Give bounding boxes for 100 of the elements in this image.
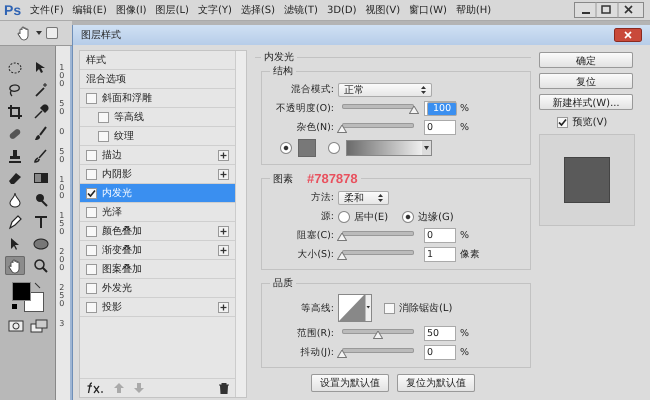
slider-thumb[interactable] — [337, 124, 347, 132]
ruler-label: 250 — [58, 284, 66, 308]
menu-item[interactable]: 窗口(W) — [409, 3, 447, 17]
field-label: 抖动(J): — [300, 346, 334, 359]
crop-icon — [6, 104, 23, 120]
style-list-item[interactable]: 描边 — [80, 146, 235, 165]
radio-button[interactable] — [328, 142, 340, 154]
trash-icon[interactable] — [219, 382, 229, 394]
style-list-item[interactable]: 斜面和浮雕 — [80, 89, 235, 108]
radio-label: 居中(E) — [354, 210, 388, 224]
field-label: 阻塞(C): — [296, 229, 334, 242]
number-field[interactable]: 50 — [424, 326, 456, 341]
menu-item[interactable]: 视图(V) — [366, 3, 400, 17]
unit-label: % — [460, 122, 470, 133]
number-field[interactable]: 1 — [424, 247, 456, 262]
menu-item[interactable]: 选择(S) — [240, 3, 276, 17]
unit-label: % — [460, 103, 470, 114]
dropdown[interactable]: 柔和 — [338, 190, 389, 204]
style-list-item[interactable]: 外发光 — [80, 279, 235, 298]
style-list-item[interactable]: 颜色叠加 — [80, 222, 235, 241]
menu-item[interactable]: 图层(L) — [156, 3, 189, 17]
gradient-picker[interactable] — [346, 140, 432, 156]
contour-picker[interactable] — [338, 294, 372, 322]
checkbox[interactable] — [86, 226, 97, 236]
checkbox[interactable] — [86, 264, 97, 274]
default-button[interactable]: 复位为默认值 — [397, 374, 475, 392]
add-icon[interactable] — [218, 302, 229, 312]
marquee-icon — [6, 60, 23, 76]
color-swatches-icon[interactable] — [10, 280, 46, 314]
checkbox[interactable] — [86, 206, 97, 218]
checkbox[interactable] — [86, 92, 97, 104]
caret-icon[interactable] — [36, 31, 42, 35]
radio-button[interactable] — [280, 142, 292, 154]
style-list-item[interactable]: 纹理 — [80, 127, 235, 146]
slider-thumb[interactable] — [373, 330, 383, 338]
default-button[interactable]: 设置为默认值 — [311, 374, 389, 392]
dialog-button[interactable]: 新建样式(W)... — [539, 94, 633, 110]
stamp-icon — [6, 148, 23, 164]
slider-thumb[interactable] — [409, 106, 419, 114]
menu-item[interactable]: 3D(D) — [326, 4, 357, 16]
field-label: 源: — [320, 210, 334, 223]
color-swatch[interactable] — [298, 139, 316, 157]
screen-mode-icon[interactable] — [30, 319, 48, 333]
checkbox[interactable] — [86, 282, 97, 294]
add-icon[interactable] — [218, 226, 229, 236]
checkbox[interactable] — [556, 116, 568, 128]
dialog-button[interactable]: 确定 — [539, 52, 633, 68]
style-list-item[interactable]: 投影 — [80, 298, 235, 317]
number-field[interactable]: 0 — [424, 345, 456, 360]
menu-item[interactable]: 文件(F) — [30, 3, 64, 17]
radio-button[interactable] — [338, 210, 350, 222]
menu-item[interactable]: 图像(I) — [116, 3, 147, 17]
slider-thumb[interactable] — [337, 252, 347, 260]
ruler-label: 3 — [58, 320, 66, 328]
checkbox[interactable] — [86, 244, 97, 256]
checkbox[interactable] — [86, 150, 97, 160]
style-list-item[interactable]: 光泽 — [80, 203, 235, 222]
menu-item[interactable]: 文字(Y) — [198, 3, 232, 17]
menu-item[interactable]: 帮助(H) — [456, 3, 492, 17]
ruler-label: 0 — [58, 128, 66, 136]
checkbox[interactable] — [86, 302, 97, 312]
unit-label: % — [460, 347, 470, 358]
style-list-item[interactable]: 图案叠加 — [80, 260, 235, 279]
fx-icon[interactable] — [86, 382, 104, 394]
style-list-item[interactable]: 渐变叠加 — [80, 241, 235, 260]
close-button[interactable] — [614, 28, 642, 42]
checkbox[interactable] — [86, 168, 97, 180]
zoom-icon — [32, 258, 49, 274]
pen-icon — [6, 214, 23, 230]
field-label: 混合模式: — [290, 83, 334, 96]
app-logo: Ps — [4, 2, 22, 18]
spinner-icon — [421, 86, 426, 94]
toggle-button[interactable] — [46, 27, 58, 39]
checkbox[interactable] — [98, 112, 109, 122]
slider-thumb[interactable] — [337, 232, 347, 240]
slider-thumb[interactable] — [337, 350, 347, 358]
field-label: 范围(R): — [296, 327, 334, 340]
window-controls[interactable] — [574, 2, 644, 18]
color-annotation: #787878 — [307, 171, 358, 186]
checkbox[interactable] — [98, 130, 109, 142]
checkbox[interactable] — [384, 302, 395, 314]
scrollbar[interactable] — [235, 51, 246, 397]
checkbox[interactable] — [86, 188, 97, 198]
number-field[interactable]: 0 — [424, 120, 456, 135]
add-icon[interactable] — [218, 244, 229, 256]
hand-tool-button[interactable] — [4, 256, 25, 275]
number-field[interactable]: 0 — [424, 228, 456, 243]
spinner-icon — [378, 194, 383, 202]
add-icon[interactable] — [218, 150, 229, 160]
mask-icon[interactable] — [8, 319, 24, 333]
dialog-title: 图层样式 — [81, 28, 122, 42]
dropdown[interactable]: 正常 — [338, 82, 432, 96]
style-list-item[interactable]: 等高线 — [80, 108, 235, 127]
radio-button[interactable] — [402, 210, 414, 222]
menu-item[interactable]: 滤镜(T) — [284, 3, 318, 17]
unit-label: % — [460, 230, 470, 241]
dialog-button[interactable]: 复位 — [539, 73, 633, 89]
add-icon[interactable] — [218, 168, 229, 180]
menu-item[interactable]: 编辑(E) — [72, 3, 107, 17]
field-label: 大小(S): — [296, 248, 334, 261]
